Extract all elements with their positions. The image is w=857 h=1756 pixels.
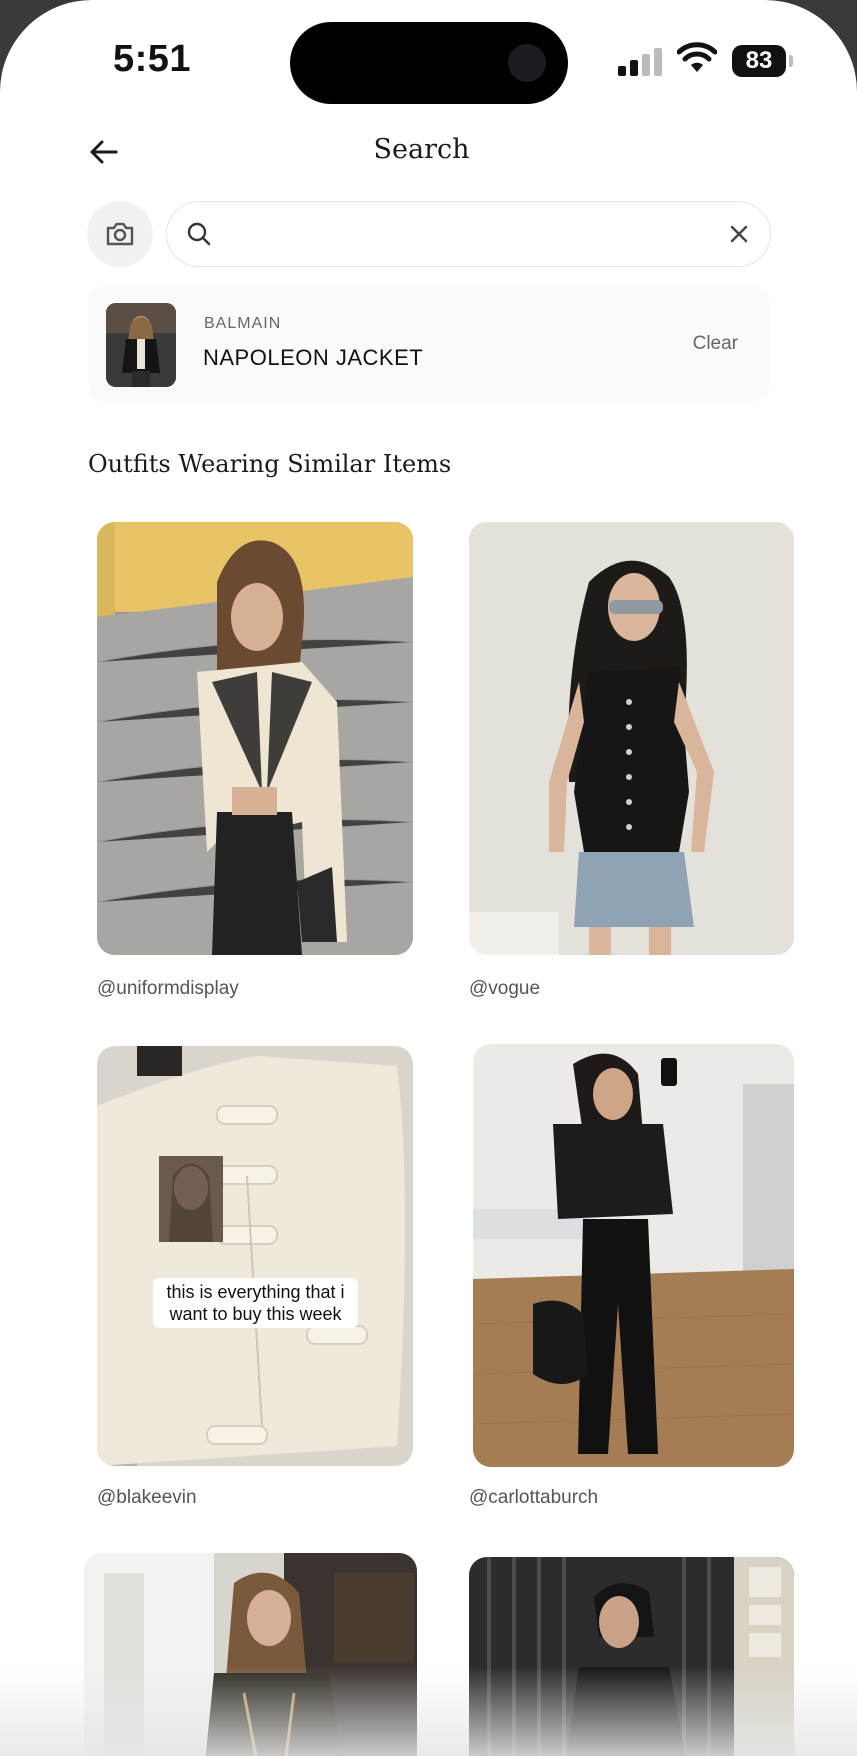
- outfit-handle[interactable]: @vogue: [469, 978, 540, 1000]
- search-field[interactable]: [166, 201, 771, 267]
- outfit-photo[interactable]: [97, 1046, 413, 1466]
- video-caption-line: this is everything that i: [166, 1282, 345, 1302]
- battery-indicator: 83: [732, 45, 786, 77]
- selected-item-card[interactable]: BALMAIN NAPOLEON JACKET Clear: [88, 287, 770, 401]
- wifi-icon: [677, 42, 717, 72]
- signal-icon: [618, 46, 662, 76]
- clear-button[interactable]: Clear: [693, 333, 738, 355]
- battery-tip: [789, 55, 793, 67]
- outfit-handle[interactable]: @carlottaburch: [469, 1487, 598, 1509]
- outfit-photo[interactable]: [473, 1044, 794, 1467]
- search-icon: [187, 222, 211, 246]
- page-title: Search: [373, 134, 470, 165]
- bottom-fade: [0, 1666, 857, 1756]
- item-name: NAPOLEON JACKET: [203, 345, 424, 370]
- video-caption-line: want to buy this week: [169, 1304, 342, 1324]
- search-input[interactable]: [227, 212, 691, 256]
- dynamic-island: [290, 22, 568, 104]
- outfit-photo[interactable]: [469, 522, 794, 955]
- phone-screen: 5:51 83 Search BALMAIN NAPOLEON JACKET C…: [0, 0, 857, 1756]
- section-title: Outfits Wearing Similar Items: [88, 450, 452, 478]
- camera-icon: [106, 222, 134, 246]
- camera-search-button[interactable]: [87, 201, 153, 267]
- video-caption-box: this is everything that i want to buy th…: [153, 1278, 358, 1328]
- item-brand: BALMAIN: [204, 315, 282, 332]
- outfit-handle[interactable]: @blakeevin: [97, 1487, 197, 1509]
- item-thumbnail: [106, 303, 176, 387]
- clear-search-icon[interactable]: [728, 223, 750, 245]
- status-time: 5:51: [113, 38, 192, 80]
- outfit-photo[interactable]: [97, 522, 413, 955]
- outfit-handle[interactable]: @uniformdisplay: [97, 978, 239, 1000]
